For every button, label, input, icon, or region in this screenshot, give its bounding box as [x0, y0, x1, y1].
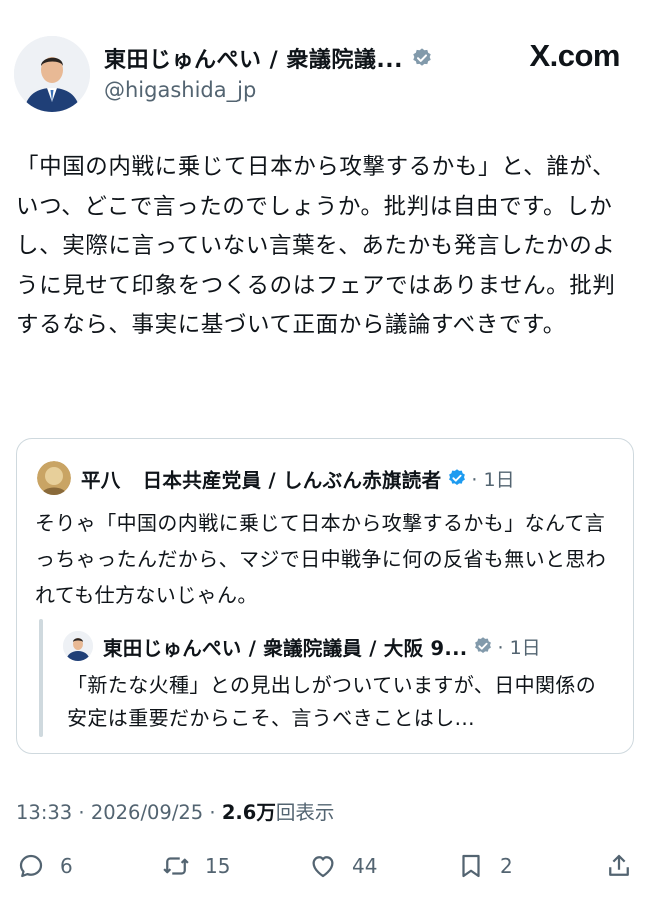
action-bar: 6 15 44 2 — [16, 846, 634, 886]
verified-badge-icon — [475, 637, 492, 653]
nested-quote-bar — [39, 619, 43, 737]
retweet-icon — [163, 857, 189, 875]
nested-avatar — [63, 631, 93, 661]
meta-separator: · — [203, 801, 222, 824]
quoted-text: そりゃ「中国の内戦に乗じて日本から攻撃するかも」なんて言っちゃったんだから、マジ… — [35, 511, 607, 607]
tweet-meta: 13:33 · 2026/09/25 · 2.6万回表示 — [16, 796, 334, 825]
quoted-header: 平八 日本共産党員 / しんぶん赤旗読者 · 1日 — [37, 461, 515, 495]
quoted-author-name-part1: 平八 — [81, 468, 121, 492]
bookmark-button[interactable]: 2 — [456, 846, 513, 886]
quoted-tweet-card[interactable]: 平八 日本共産党員 / しんぶん赤旗読者 · 1日 そりゃ「中国の内戦に乗じて日本… — [16, 438, 634, 754]
nested-author-name[interactable]: 東田じゅんぺい / 衆議院議員 / 大阪 9... — [103, 632, 467, 661]
author-handle[interactable]: @higashida_jp — [104, 78, 256, 102]
quoted-author-name-part2: 日本共産党員 / しんぶん赤旗読者 — [142, 468, 442, 492]
share-button[interactable] — [604, 846, 634, 886]
like-count: 44 — [352, 854, 378, 878]
views-label: 回表示 — [275, 801, 335, 824]
quoted-author-name[interactable]: 平八 日本共産党員 / しんぶん赤旗読者 — [81, 464, 441, 493]
like-button[interactable]: 44 — [308, 846, 377, 886]
like-icon — [312, 856, 334, 878]
meta-separator: · — [72, 801, 91, 824]
bookmark-icon — [462, 854, 480, 878]
author-avatar[interactable] — [14, 36, 90, 112]
verified-badge-icon — [449, 469, 466, 485]
tweet-header: 東田じゅんぺい / 衆議院議... @higashida_jp X.com — [14, 36, 636, 116]
author-name[interactable]: 東田じゅんぺい / 衆議院議... — [104, 42, 403, 74]
tweet-time[interactable]: 13:33 — [16, 801, 72, 824]
reply-count: 6 — [60, 854, 73, 878]
reply-button[interactable]: 6 — [16, 846, 73, 886]
nested-quote-header: 東田じゅんぺい / 衆議院議員 / 大阪 9... · 1日 — [63, 631, 541, 661]
nested-quote-text: 「新たな火種」との見出しがついていますが、日中関係の安定は重要だからこそ、言うべ… — [67, 673, 597, 730]
views-count: 2.6万 — [221, 801, 276, 824]
author-name-row: 東田じゅんぺい / 衆議院議... — [104, 42, 433, 74]
bookmark-count: 2 — [500, 854, 513, 878]
reply-icon — [19, 854, 43, 878]
tweet-text: 「中国の内戦に乗じて日本から攻撃するかも」と、誰が、いつ、どこで言ったのでしょう… — [16, 154, 616, 338]
retweet-button[interactable]: 15 — [161, 846, 230, 886]
quoted-timestamp[interactable]: · 1日 — [471, 465, 514, 492]
share-icon — [609, 854, 629, 876]
nested-timestamp[interactable]: · 1日 — [497, 633, 540, 660]
verified-badge-icon — [413, 48, 431, 66]
x-logo: X.com — [529, 38, 620, 73]
quoted-avatar — [37, 461, 71, 495]
tweet-date[interactable]: 2026/09/25 — [91, 801, 203, 824]
retweet-count: 15 — [205, 854, 231, 878]
